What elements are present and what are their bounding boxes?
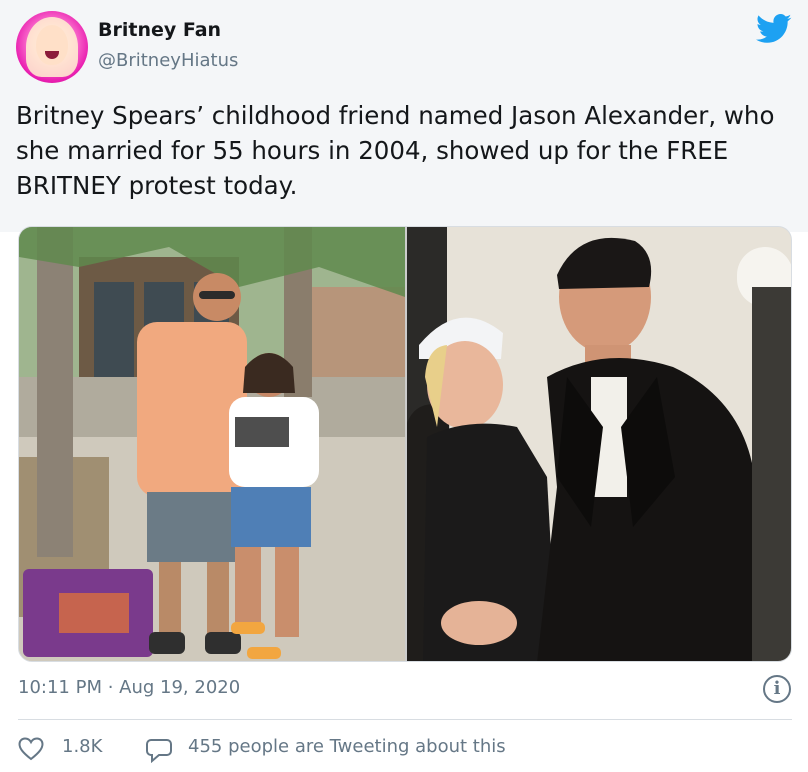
tweet-text: Britney Spears’ childhood friend named J… <box>16 101 775 200</box>
tweet-timestamp[interactable]: 10:11 PM · Aug 19, 2020 <box>18 677 240 698</box>
photo-couple-archive-drawing <box>407 227 791 661</box>
tweet-media[interactable] <box>18 226 792 662</box>
tweet-header-card: Britney Fan @BritneyHiatus Britney Spear… <box>0 0 808 232</box>
tweeting-about-link[interactable]: 455 people are Tweeting about this <box>188 736 506 757</box>
twitter-bird-icon[interactable] <box>756 14 792 44</box>
photo-couple-archive[interactable] <box>407 227 791 661</box>
author-handle[interactable]: @BritneyHiatus <box>98 50 238 71</box>
photo-couple-street-drawing <box>19 227 405 661</box>
author-name[interactable]: Britney Fan <box>98 19 221 41</box>
avatar-face <box>36 25 68 65</box>
info-icon[interactable]: i <box>763 675 791 703</box>
heart-icon[interactable] <box>18 737 44 761</box>
speech-bubble-icon[interactable] <box>145 737 173 763</box>
profile-avatar[interactable] <box>16 11 88 83</box>
divider <box>18 719 792 720</box>
like-count[interactable]: 1.8K <box>62 736 102 757</box>
photo-couple-street[interactable] <box>19 227 405 661</box>
